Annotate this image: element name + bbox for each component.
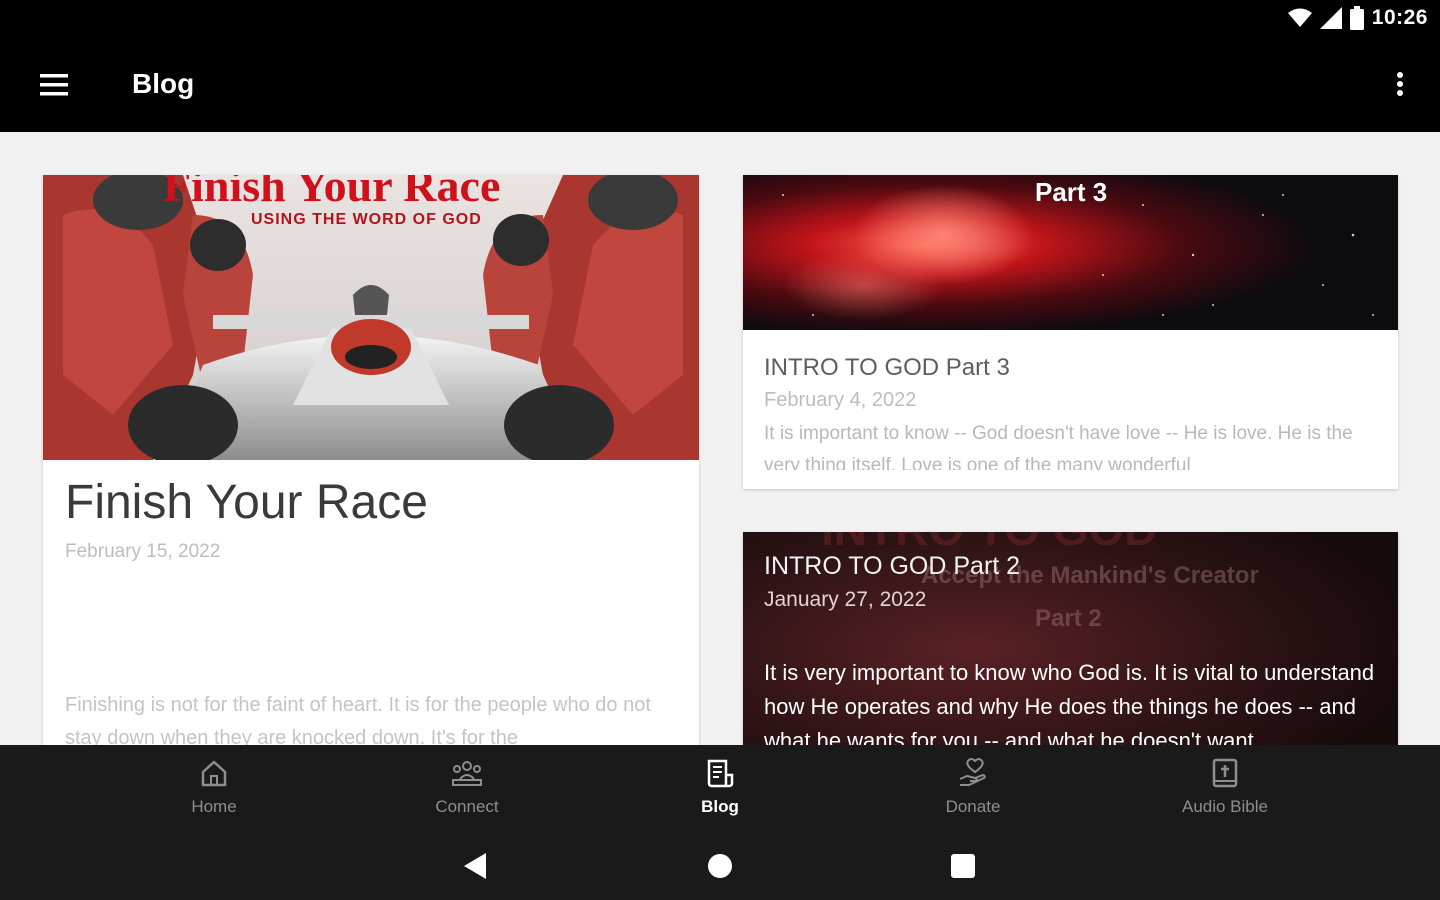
people-icon [452,761,482,786]
battery-icon [1349,6,1364,30]
menu-icon[interactable] [32,68,76,104]
post-date: January 27, 2022 [764,588,927,611]
home-circle-icon[interactable] [700,849,740,883]
blog-feed[interactable]: Finish Your Race USING THE WORD OF GOD F… [0,132,1440,745]
post-excerpt: It is very important to know who God is.… [764,660,1375,745]
blog-icon [707,759,734,788]
nav-item-connect[interactable]: Connect [367,745,567,835]
bible-icon [1212,758,1238,788]
post-date: February 15, 2022 [65,541,221,562]
home-icon [201,760,227,787]
app-bar: Blog [0,40,1440,132]
nav-item-audio-bible[interactable]: Audio Bible [1125,745,1325,835]
thumbnail-heading: Finish Your Race [163,175,501,211]
status-bar: 10:26 [0,0,1440,40]
nav-label: Blog [701,797,739,816]
post-title: INTRO TO GOD Part 3 [764,354,1010,381]
nav-label: Connect [435,797,499,816]
donate-icon [959,758,986,786]
post-title: Finish Your Race [65,476,428,529]
nav-label: Audio Bible [1181,797,1268,816]
thumbnail-label: Part 2 [1035,605,1102,632]
nav-label: Donate [945,797,1001,816]
status-icons: 10:26 [1287,6,1428,30]
more-vert-icon[interactable] [1390,66,1410,106]
signal-icon [1319,7,1342,29]
wifi-icon [1287,8,1312,27]
status-time: 10:26 [1371,6,1428,29]
page-title: Blog [132,68,195,99]
bottom-navigation: Home Connect Blog Donate Audio Bible [0,745,1440,835]
nav-label: Home [191,797,237,816]
post-date: February 4, 2022 [764,389,917,411]
thumbnail-label: Part 3 [1035,177,1108,207]
post-thumbnail-nebula: Part 3 [743,175,1398,330]
back-icon[interactable] [456,849,496,883]
blog-card-finish-your-race[interactable]: Finish Your Race USING THE WORD OF GOD F… [43,175,699,745]
post-excerpt: Finishing is not for the faint of heart.… [65,694,651,745]
blog-card-intro-to-god-part-2[interactable]: INTRO TO GOD Accept the Mankind's Creato… [743,532,1398,745]
nav-item-donate[interactable]: Donate [873,745,1073,835]
post-excerpt: It is important to know -- God doesn't h… [764,423,1353,470]
blog-card-intro-to-god-part-3[interactable]: Part 3 INTRO TO GOD Part 3 February 4, 2… [743,175,1398,489]
recents-icon[interactable] [943,849,983,883]
post-title: INTRO TO GOD Part 2 [764,552,1021,580]
nav-item-blog[interactable]: Blog [620,745,820,835]
system-navigation-bar [0,835,1440,900]
post-thumbnail-race: Finish Your Race USING THE WORD OF GOD [43,175,699,460]
thumbnail-subheading: USING THE WORD OF GOD [251,211,482,228]
nav-item-home[interactable]: Home [114,745,314,835]
